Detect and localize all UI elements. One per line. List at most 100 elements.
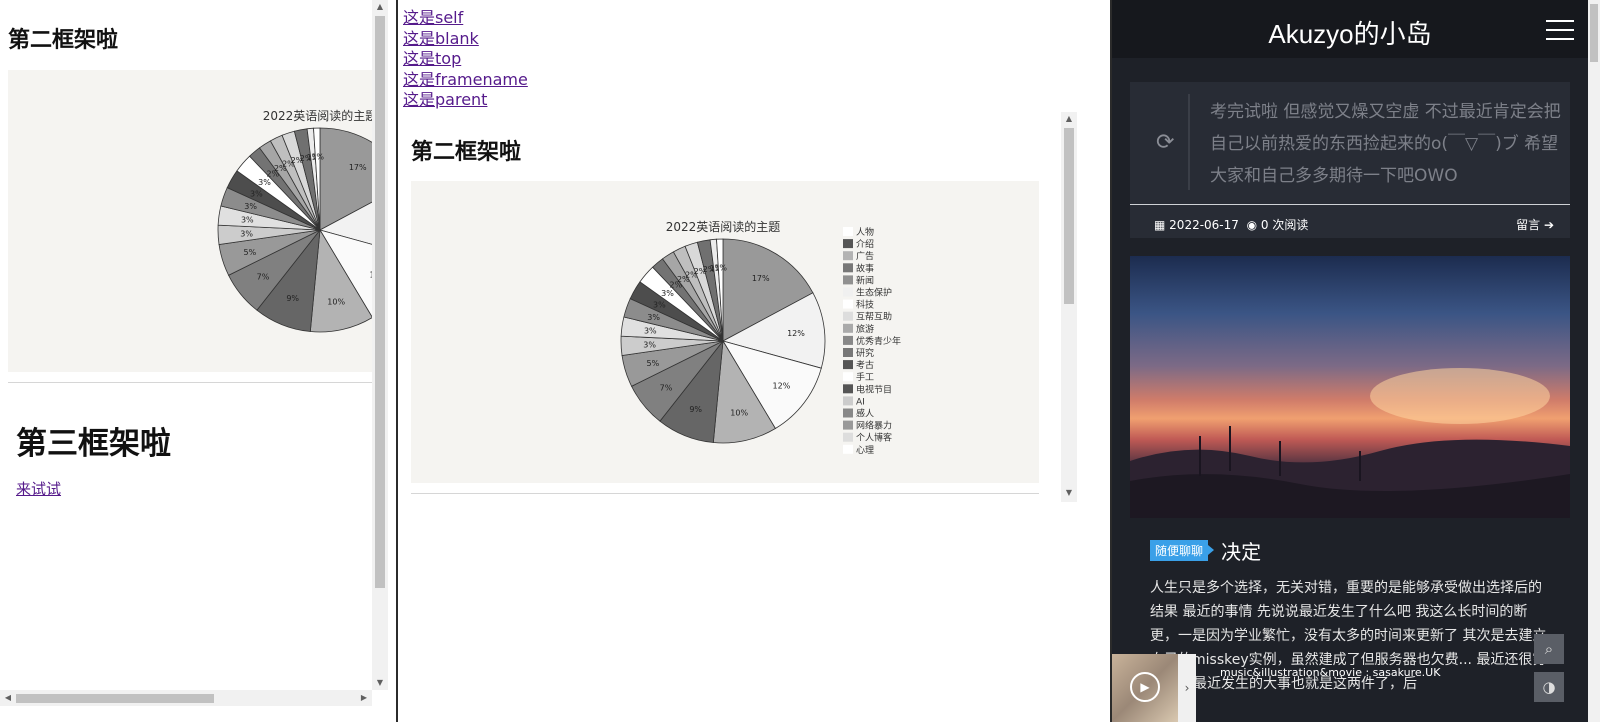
slice-label-10: 3% (244, 202, 257, 211)
link-blank[interactable]: 这是blank (403, 29, 479, 48)
chart-title: 2022英语阅读的主题 (666, 219, 781, 234)
middle-pie-chart: 2022英语阅读的主题17%12%12%10%9%7%5%3%3%3%3%3%2… (620, 219, 901, 456)
cover-scene-svg (1130, 368, 1570, 518)
blog-vscroll-thumb[interactable] (1590, 4, 1598, 62)
left-heading-third-frame: 第三框架啦 (16, 426, 171, 462)
slice-label-9: 3% (241, 216, 254, 225)
blog-brand-title[interactable]: Akuzyo的小岛 (1112, 14, 1588, 51)
legend-swatch-3 (843, 251, 853, 261)
link-top[interactable]: 这是top (403, 49, 461, 68)
eye-icon: ◉ (1246, 218, 1258, 232)
scroll-up-arrow-icon[interactable]: ▲ (372, 0, 388, 14)
inner-iframe: 第二框架啦 2022英语阅读的主题 17% 12% 12% 10% 9% 7% 5% 3% 3% 3… (403, 112, 1079, 502)
music-player: ▶ › music&illustration&movie : sasakure.… (1112, 654, 1532, 722)
left-hscroll-thumb[interactable] (16, 694, 214, 703)
blog-vertical-scrollbar[interactable] (1588, 0, 1600, 722)
legend-label-15: AI (856, 397, 865, 407)
legend-swatch-12 (843, 360, 853, 370)
legend-swatch-8 (843, 311, 853, 321)
menu-icon[interactable] (1546, 20, 1574, 40)
left-heading-second-frame: 第二框架啦 (8, 28, 119, 53)
inner-scroll-down-arrow-icon[interactable]: ▼ (1061, 486, 1077, 500)
player-track-text: music&illustration&movie : sasakure.UK (1220, 666, 1441, 679)
link-framename[interactable]: 这是framename (403, 70, 528, 89)
comment-link[interactable]: 留言 ➔ (1516, 216, 1554, 233)
legend-swatch-6 (843, 287, 853, 297)
search-button[interactable]: ⌕ (1534, 634, 1564, 664)
legend-label-1: 人物 (856, 226, 874, 238)
legend-swatch-15 (843, 396, 853, 406)
slice-label-12: 3% (258, 178, 271, 187)
left-horizontal-scrollbar[interactable]: ◀ ▶ (0, 690, 372, 706)
theme-toggle-icon[interactable]: ◑ (1534, 672, 1564, 702)
slice-label-8: 3% (643, 340, 656, 349)
calendar-icon: ▦ (1154, 218, 1166, 232)
link-parent[interactable]: 这是parent (403, 90, 487, 109)
chart-title: 2022英语阅读的主题 (263, 108, 378, 123)
middle-chart-container: 2022英语阅读的主题 17% 12% 12% 10% 9% 7% 5% 3% 3% 3% 3% 3% 2… (411, 181, 1039, 483)
scroll-right-arrow-icon[interactable]: ▶ (356, 691, 372, 705)
legend-label-6: 生态保护 (856, 287, 892, 299)
target-links: 这是self 这是blank 这是top 这是framename 这是paren… (403, 8, 528, 111)
view-count: 0 次阅读 (1260, 218, 1309, 232)
left-vertical-scrollbar[interactable]: ▲ ▼ (372, 0, 388, 690)
legend-label-13: 手工 (856, 371, 874, 383)
post-title[interactable]: 决定 (1221, 540, 1261, 564)
scroll-down-arrow-icon[interactable]: ▼ (372, 676, 388, 690)
comment-label[interactable]: 留言 (1516, 218, 1540, 232)
album-cover[interactable]: ▶ (1112, 654, 1178, 722)
legend-swatch-17 (843, 420, 853, 430)
legend-label-10: 优秀青少年 (856, 335, 901, 347)
legend-label-11: 研究 (856, 347, 874, 359)
legend-swatch-1 (843, 227, 853, 236)
legend-label-19: 心理 (856, 445, 874, 456)
legend-swatch-13 (843, 372, 853, 382)
slice-label-6: 7% (257, 272, 270, 281)
left-chart-container: 2022英语阅读的主题17%12%12%10%9%7%5%3%3%3%3%3%2… (8, 70, 382, 372)
left-vscroll-thumb[interactable] (375, 16, 385, 588)
link-self[interactable]: 这是self (403, 8, 463, 27)
legend-swatch-11 (843, 348, 853, 357)
slice-label-2: 12% (787, 329, 805, 338)
legend-label-18: 个人博客 (856, 432, 892, 444)
left-divider (8, 382, 382, 383)
status-card: ⟳ 考完试啦 但感觉又燥又空虚 不过最近肯定会把自己以前热爱的东西捡起来的o(￣… (1130, 82, 1570, 238)
try-link[interactable]: 来试试 (16, 478, 61, 499)
player-toggle-icon[interactable]: › (1178, 654, 1196, 722)
inner-vertical-scrollbar[interactable]: ▲ ▼ (1061, 112, 1077, 502)
legend-label-9: 旅游 (856, 323, 874, 335)
legend-label-3: 广告 (856, 250, 874, 262)
legend-swatch-10 (843, 335, 853, 345)
middle-heading-second-frame: 第二框架啦 (411, 140, 522, 165)
blog-header: Akuzyo的小岛 (1112, 0, 1588, 58)
slice-label-1: 17% (752, 274, 770, 283)
slice-label-12: 3% (661, 289, 674, 298)
slice-label-9: 3% (644, 327, 657, 336)
blog-frame: Akuzyo的小岛 ⟳ 考完试啦 但感觉又燥又空虚 不过最近肯定会把自己以前热爱… (1112, 0, 1600, 722)
status-meta: ▦ 2022-06-17 ◉ 0 次阅读 (1154, 216, 1308, 233)
slice-label-6: 7% (660, 383, 673, 392)
legend-label-17: 网络暴力 (856, 420, 892, 432)
post-category-tag[interactable]: 随便聊聊 (1150, 540, 1215, 561)
legend-swatch-18 (843, 432, 853, 442)
post-title-row: 随便聊聊 决定 (1150, 536, 1261, 565)
status-meta-line (1130, 204, 1570, 205)
status-quote: 考完试啦 但感觉又燥又空虚 不过最近肯定会把自己以前热爱的东西捡起来的o(￣▽￣… (1210, 102, 1561, 186)
legend-label-8: 互帮互助 (856, 311, 892, 323)
legend-swatch-16 (843, 408, 853, 418)
play-icon[interactable]: ▶ (1130, 672, 1160, 702)
post-date: 2022-06-17 (1169, 218, 1239, 232)
refresh-icon[interactable]: ⟳ (1156, 130, 1174, 155)
inner-scroll-up-arrow-icon[interactable]: ▲ (1061, 112, 1077, 126)
legend-label-14: 电视节目 (856, 383, 892, 395)
post-cover-image[interactable] (1130, 256, 1570, 518)
legend-label-5: 新闻 (856, 274, 874, 286)
slice-label-19: 1% (311, 153, 324, 162)
legend-swatch-14 (843, 384, 853, 394)
slice-label-11: 3% (653, 300, 666, 309)
legend-swatch-5 (843, 275, 853, 285)
inner-vscroll-thumb[interactable] (1064, 128, 1074, 304)
slice-label-7: 5% (244, 248, 257, 257)
scroll-left-arrow-icon[interactable]: ◀ (0, 691, 16, 705)
legend-swatch-2 (843, 239, 853, 249)
